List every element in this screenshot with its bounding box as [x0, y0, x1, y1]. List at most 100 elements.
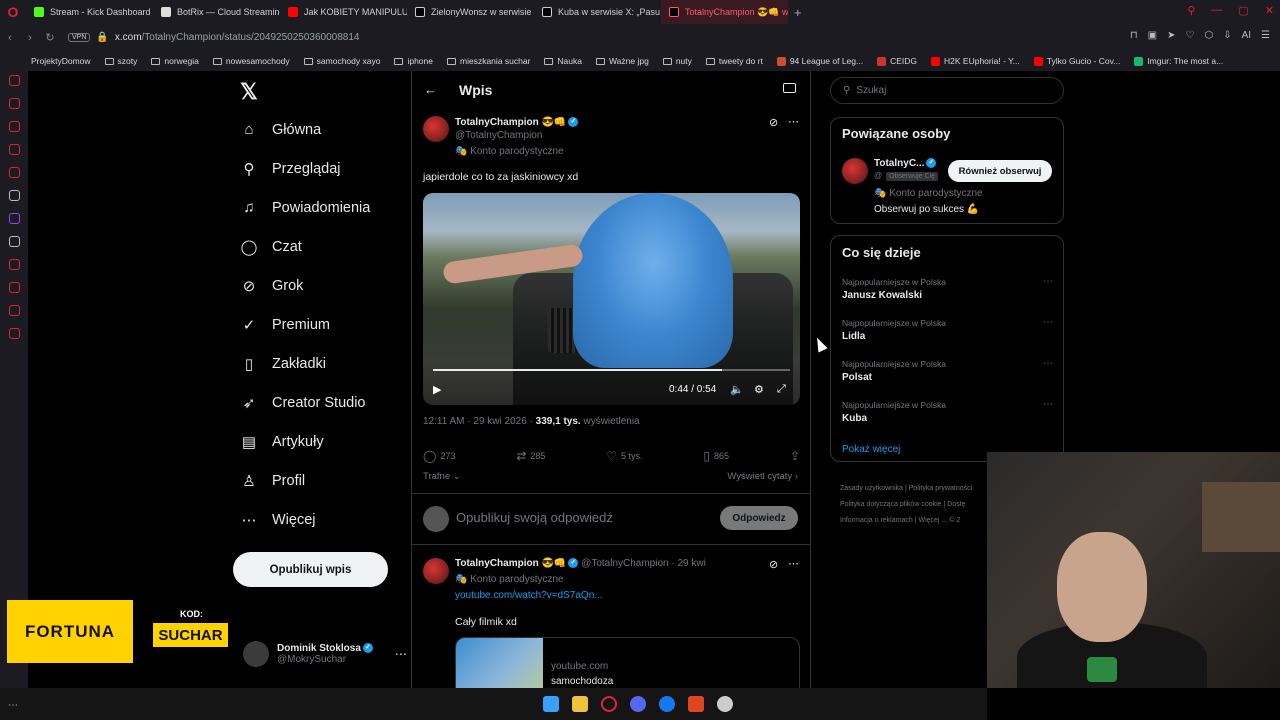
reply-author-name[interactable]: TotalnyChampion 😎👊 ✓ @TotalnyChampion · 2…: [455, 558, 706, 569]
bookmark-item[interactable]: iphone: [394, 56, 433, 66]
repost-action[interactable]: ⇄ 285: [516, 449, 545, 463]
file-explorer-icon[interactable]: [572, 696, 588, 712]
bookmark-item[interactable]: Tylko Gucio - Cov...: [1033, 56, 1120, 66]
post-more-icon[interactable]: ⋯: [788, 557, 799, 570]
lock-icon[interactable]: 🔒: [96, 32, 108, 43]
youtube-link[interactable]: youtube.com/watch?v=dS7aQn...: [455, 590, 603, 601]
bookmark-item[interactable]: szoty: [104, 56, 137, 66]
sort-dropdown[interactable]: Trafne ⌄: [423, 471, 461, 482]
bookmark-item[interactable]: norwegia: [151, 56, 199, 66]
post-more-icon[interactable]: ⋯: [788, 115, 799, 128]
ai-icon[interactable]: AI: [1242, 30, 1251, 41]
trend-more-icon[interactable]: ⋯: [1043, 399, 1053, 410]
bookmark-item[interactable]: Ważne jpg: [595, 56, 649, 66]
sidebar-app-icon[interactable]: [8, 144, 20, 155]
twitch-icon[interactable]: [8, 213, 20, 224]
grok-explain-icon[interactable]: ⊘: [769, 558, 778, 571]
nav-premium[interactable]: ✓ Premium: [240, 316, 330, 334]
account-more-icon[interactable]: ⋯: [395, 647, 407, 661]
nav-more[interactable]: ⋯ Więcej: [240, 511, 316, 529]
nav-creator-studio[interactable]: ➶ Creator Studio: [240, 394, 366, 412]
send-icon[interactable]: ➤: [1167, 30, 1175, 41]
bookmark-item[interactable]: nowesamochody: [212, 56, 290, 66]
snapshot-icon[interactable]: ▣: [1148, 30, 1157, 41]
sidebar-app-icon[interactable]: [8, 259, 20, 270]
author-handle[interactable]: @TotalnyChampion: [455, 130, 542, 141]
nav-grok[interactable]: ⊘ Grok: [240, 277, 304, 295]
maximize-icon[interactable]: ▢: [1238, 4, 1248, 17]
trend-more-icon[interactable]: ⋯: [1043, 276, 1053, 287]
nav-profile[interactable]: ♙ Profil: [240, 472, 305, 490]
bookmark-item[interactable]: ProjektyDomow: [18, 56, 91, 66]
bookmark-item[interactable]: samochody xayo: [303, 56, 380, 66]
volume-icon[interactable]: 🔈: [730, 383, 744, 396]
tab-kuba[interactable]: Kuba w serwisie X: „Pasu: [534, 0, 661, 24]
bookmark-item[interactable]: 94 League of Leg...: [776, 56, 863, 66]
trend-item[interactable]: Polsat: [842, 372, 872, 383]
tab-kick-dashboard[interactable]: Stream - Kick Dashboard: [26, 0, 153, 24]
trend-item[interactable]: Lidla: [842, 331, 865, 342]
reply-input[interactable]: Opublikuj swoją odpowiedź: [456, 510, 613, 525]
search-tabs-icon[interactable]: ⚲: [1187, 4, 1195, 17]
chatgpt-icon[interactable]: [8, 190, 20, 201]
menu-icon[interactable]: ☰: [1261, 30, 1270, 41]
related-avatar[interactable]: [842, 158, 868, 184]
like-action[interactable]: ♡ 5 tys.: [606, 449, 642, 463]
back-icon[interactable]: ‹: [0, 32, 20, 44]
bookmark-item[interactable]: H2K EUphoria! - Y...: [931, 56, 1020, 66]
trend-item[interactable]: Kuba: [842, 413, 867, 424]
bookmark-item[interactable]: Imgur: The most a...: [1134, 56, 1223, 66]
author-name[interactable]: TotalnyChampion 😎👊 ✓: [455, 117, 579, 128]
bookmark-item[interactable]: tweety do rt: [705, 56, 763, 66]
vpn-badge[interactable]: VPN: [68, 33, 91, 42]
tab-totalnychampion[interactable]: TotalnyChampion 😎👊 w: [661, 0, 788, 24]
reader-mode-icon[interactable]: [783, 83, 796, 93]
sidebar-app-icon[interactable]: [8, 305, 20, 316]
reply-author-avatar[interactable]: [423, 558, 449, 584]
nav-articles[interactable]: ▤ Artykuły: [240, 433, 324, 451]
sidebar-app-icon[interactable]: [8, 121, 20, 132]
pin-icon[interactable]: ⊓: [1130, 30, 1138, 41]
opera-icon[interactable]: [601, 696, 617, 712]
nav-bookmarks[interactable]: ▯ Zakładki: [240, 355, 326, 373]
nav-notifications[interactable]: ♫ Powiadomienia: [240, 199, 370, 216]
tab-botrix[interactable]: BotRix — Cloud Streaming: [153, 0, 280, 24]
close-window-icon[interactable]: ✕: [1265, 4, 1274, 17]
share-action[interactable]: ⇪: [790, 449, 800, 463]
bookmark-item[interactable]: Nauka: [544, 56, 582, 66]
related-name[interactable]: TotalnyC... ✓: [874, 158, 937, 169]
video-progress-bar[interactable]: [433, 369, 790, 371]
reload-icon[interactable]: ↻: [40, 31, 60, 44]
download-icon[interactable]: ⇩: [1223, 30, 1231, 41]
play-icon[interactable]: ▶: [433, 383, 441, 396]
trend-more-icon[interactable]: ⋯: [1043, 317, 1053, 328]
tab-youtube-video[interactable]: Jak KOBIETY MANIPULU...: [280, 0, 407, 24]
bookmark-item[interactable]: CEIDG: [877, 56, 917, 66]
brave-icon[interactable]: [688, 696, 704, 712]
grok-explain-icon[interactable]: ⊘: [769, 116, 778, 129]
reply-action[interactable]: ◯ 273: [423, 449, 455, 463]
new-tab-plus-icon[interactable]: +: [788, 5, 808, 20]
heart-icon[interactable]: ♡: [1185, 30, 1194, 41]
nav-explore[interactable]: ⚲ Przeglądaj: [240, 160, 341, 178]
view-quotes-link[interactable]: Wyświetl cytaty ›: [727, 471, 798, 482]
nav-home[interactable]: ⌂ Główna: [240, 121, 321, 138]
author-avatar[interactable]: [423, 116, 449, 142]
minimize-icon[interactable]: —: [1211, 4, 1222, 17]
back-arrow-icon[interactable]: ←: [424, 82, 437, 97]
trend-more-icon[interactable]: ⋯: [1043, 358, 1053, 369]
forward-icon[interactable]: ›: [20, 32, 40, 44]
x-logo-icon[interactable]: 𝕏: [240, 79, 258, 105]
settings-icon[interactable]: [8, 328, 20, 339]
bookmark-item[interactable]: nuty: [662, 56, 692, 66]
follow-back-button[interactable]: Również obserwuj: [948, 160, 1052, 182]
url-field[interactable]: x.com/TotalnyChampion/status/20492502503…: [115, 32, 360, 43]
nav-chat[interactable]: ◯ Czat: [240, 238, 302, 256]
bookmark-action[interactable]: ▯ 865: [703, 449, 729, 463]
bookmark-item[interactable]: mieszkania suchar: [447, 56, 530, 66]
post-button[interactable]: Opublikuj wpis: [233, 552, 388, 587]
discord-icon[interactable]: [630, 696, 646, 712]
tab-zielonywonsz[interactable]: ZielonyWonsz w serwisie: [407, 0, 534, 24]
reply-button[interactable]: Odpowiedz: [720, 506, 798, 530]
video-player[interactable]: RANG ▶ 0:44 / 0:54 🔈 ⚙ ⤢: [423, 193, 800, 405]
